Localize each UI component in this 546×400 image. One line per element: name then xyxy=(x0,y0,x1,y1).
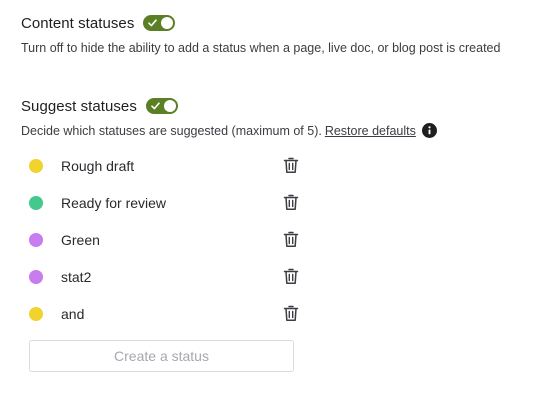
info-icon[interactable] xyxy=(421,123,437,138)
toggle-knob xyxy=(163,100,176,112)
status-color-dot[interactable] xyxy=(29,158,43,173)
trash-icon[interactable] xyxy=(283,305,299,322)
check-icon xyxy=(148,19,158,27)
trash-icon[interactable] xyxy=(283,268,299,285)
status-item: and xyxy=(29,295,319,332)
status-item: Rough draft xyxy=(29,147,319,184)
status-color-dot[interactable] xyxy=(29,306,43,321)
status-color-dot[interactable] xyxy=(29,232,43,247)
suggest-statuses-section: Suggest statuses Decide which statuses a… xyxy=(21,95,437,138)
status-item: stat2 xyxy=(29,258,319,295)
check-icon xyxy=(151,102,160,110)
create-status-button[interactable]: Create a status xyxy=(29,340,294,372)
status-item: Ready for review xyxy=(29,184,319,221)
suggest-statuses-heading-row: Suggest statuses xyxy=(21,95,437,117)
status-item: Green xyxy=(29,221,319,258)
content-statuses-section: Content statuses Turn off to hide the ab… xyxy=(21,12,500,56)
status-label[interactable]: and xyxy=(61,306,251,322)
status-color-dot[interactable] xyxy=(29,195,43,210)
trash-icon[interactable] xyxy=(283,194,299,211)
status-label[interactable]: Ready for review xyxy=(61,195,251,211)
status-label[interactable]: Green xyxy=(61,232,251,248)
suggest-statuses-description-row: Decide which statuses are suggested (max… xyxy=(21,123,437,138)
suggest-statuses-description: Decide which statuses are suggested (max… xyxy=(21,123,322,138)
suggest-statuses-heading: Suggest statuses xyxy=(21,97,137,115)
status-label[interactable]: stat2 xyxy=(61,269,251,285)
status-list: Rough draft Ready for review Green stat2… xyxy=(29,147,319,332)
status-label[interactable]: Rough draft xyxy=(61,158,251,174)
content-statuses-heading-row: Content statuses xyxy=(21,12,500,34)
content-statuses-toggle[interactable] xyxy=(143,15,176,31)
restore-defaults-link[interactable]: Restore defaults xyxy=(325,124,416,138)
status-color-dot[interactable] xyxy=(29,269,43,284)
suggest-statuses-toggle[interactable] xyxy=(145,98,178,114)
trash-icon[interactable] xyxy=(283,231,299,248)
content-statuses-heading: Content statuses xyxy=(21,14,135,32)
content-statuses-description: Turn off to hide the ability to add a st… xyxy=(21,41,501,55)
trash-icon[interactable] xyxy=(283,157,299,174)
toggle-knob xyxy=(161,17,174,29)
